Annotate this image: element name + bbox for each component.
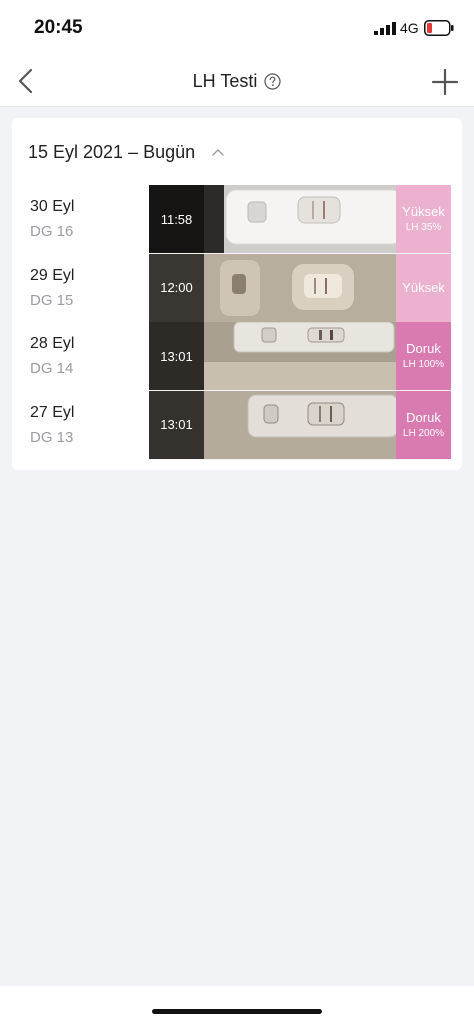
date-range-title: 15 Eyl 2021 – Bugün [28,141,196,162]
test-time: 13:01 [149,322,204,390]
test-strip-photo [204,390,396,459]
cycle-day: DG 13 [30,428,74,446]
status-bar: 20:45 4G [0,0,474,56]
result-label: Yüksek [402,280,445,295]
result-label: Doruk [406,341,441,356]
test-time: 12:00 [149,253,204,322]
test-time: 13:01 [149,390,204,459]
add-button[interactable] [430,67,460,97]
result-badge: Yüksek [396,253,451,322]
nav-bar: LH Testi [0,56,474,107]
test-strip-photo [204,322,396,390]
test-row[interactable]: 28 Eyl DG 14 13:01 Doruk LH 100% [12,322,462,391]
test-time: 11:58 [149,185,204,253]
date-range-header[interactable]: 15 Eyl 2021 – Bugün [28,140,225,164]
cycle-day: DG 14 [30,360,74,377]
cycle-day: DG 16 [30,223,74,240]
signal-bars-icon [374,22,396,35]
test-strip-preview: 13:01 Doruk LH 200% [149,390,451,460]
test-row[interactable]: 27 Eyl DG 13 13:01 Doruk LH 200% [12,390,462,460]
lh-percentage: LH 35% [405,222,442,233]
test-date: 29 Eyl [30,266,75,284]
result-label: Yüksek [402,204,445,219]
nav-title-group: LH Testi [0,56,474,106]
lh-history-card: 15 Eyl 2021 – Bugün 30 Eyl DG 16 11:58 Y… [12,118,462,470]
test-row[interactable]: 30 Eyl DG 16 11:58 Yüksek LH 35% [12,185,462,254]
battery-low-icon [424,20,454,36]
lh-percentage: LH 200% [402,427,445,439]
network-type: 4G [400,20,419,36]
chevron-up-icon [212,149,224,156]
page-title: LH Testi [192,70,258,91]
status-time: 20:45 [34,17,83,38]
lh-percentage: LH 100% [402,359,445,370]
test-strip-photo [204,253,396,322]
cycle-day: DG 15 [30,291,74,309]
home-indicator-area [0,986,474,1024]
test-strip-photo [204,185,396,253]
result-label: Doruk [406,409,441,425]
back-button[interactable] [14,66,42,96]
test-date: 30 Eyl [30,198,75,215]
result-badge: Doruk LH 100% [396,322,451,390]
test-row[interactable]: 29 Eyl DG 15 12:00 Yüksek [12,253,462,323]
question-circle-icon[interactable] [264,72,281,90]
test-list: 30 Eyl DG 16 11:58 Yüksek LH 35% 29 Eyl … [12,185,462,460]
test-date: 27 Eyl [30,403,75,421]
test-strip-preview: 13:01 Doruk LH 100% [149,322,451,391]
home-indicator[interactable] [152,1009,322,1014]
test-date: 28 Eyl [30,335,75,352]
result-badge: Doruk LH 200% [396,390,451,459]
result-badge: Yüksek LH 35% [396,185,451,253]
test-strip-preview: 12:00 Yüksek [149,253,451,323]
test-strip-preview: 11:58 Yüksek LH 35% [149,185,451,254]
